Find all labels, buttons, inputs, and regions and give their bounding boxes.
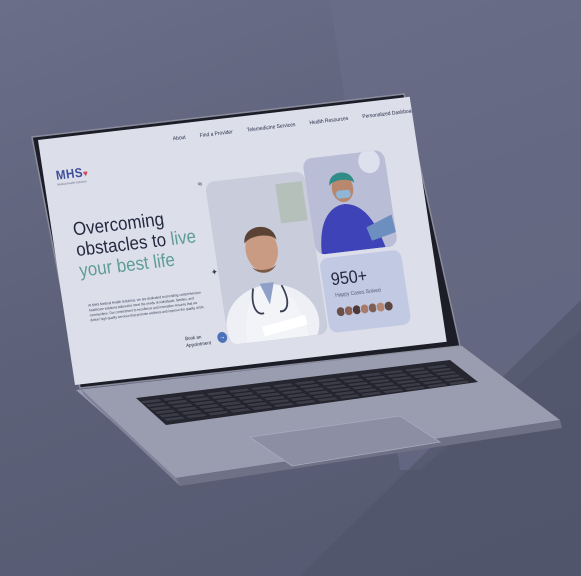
surgeon-illustration: [302, 149, 398, 256]
nav-item-about[interactable]: About: [173, 135, 187, 146]
book-appointment-button[interactable]: →: [216, 331, 228, 344]
heart-icon: ♥: [82, 168, 89, 179]
stats-value: 950+: [329, 265, 369, 290]
laptop: MHS♥ Medical Health Solutions About Find…: [0, 0, 581, 576]
hero-title: Overcoming obstacles to live your best l…: [72, 204, 214, 281]
nav-item-find-provider[interactable]: Find a Provider: [199, 129, 233, 143]
website-screen: MHS♥ Medical Health Solutions About Find…: [38, 96, 447, 386]
surgeon-photo: [302, 149, 398, 256]
stats-label: Happy Cases Solved: [334, 287, 382, 299]
avatar-group: [335, 300, 395, 318]
nav-item-health-resources[interactable]: Health Resources: [309, 116, 349, 130]
stats-card: 950+ Happy Cases Solved: [318, 249, 412, 334]
nav-item-dashboard[interactable]: Personalized Dashboard: [362, 108, 417, 124]
book-appointment-label[interactable]: Book an Appointment: [185, 333, 212, 350]
book-label-line2: Appointment: [185, 340, 212, 350]
avatar: [382, 300, 395, 313]
sparkle-icon: ≈: [197, 178, 203, 190]
nav-item-telemedicine[interactable]: Telemedicine Services: [247, 122, 297, 137]
hero-title-accent: live: [169, 226, 198, 251]
hero-description: At MHS Medical Health Solutions, we are …: [87, 290, 205, 323]
